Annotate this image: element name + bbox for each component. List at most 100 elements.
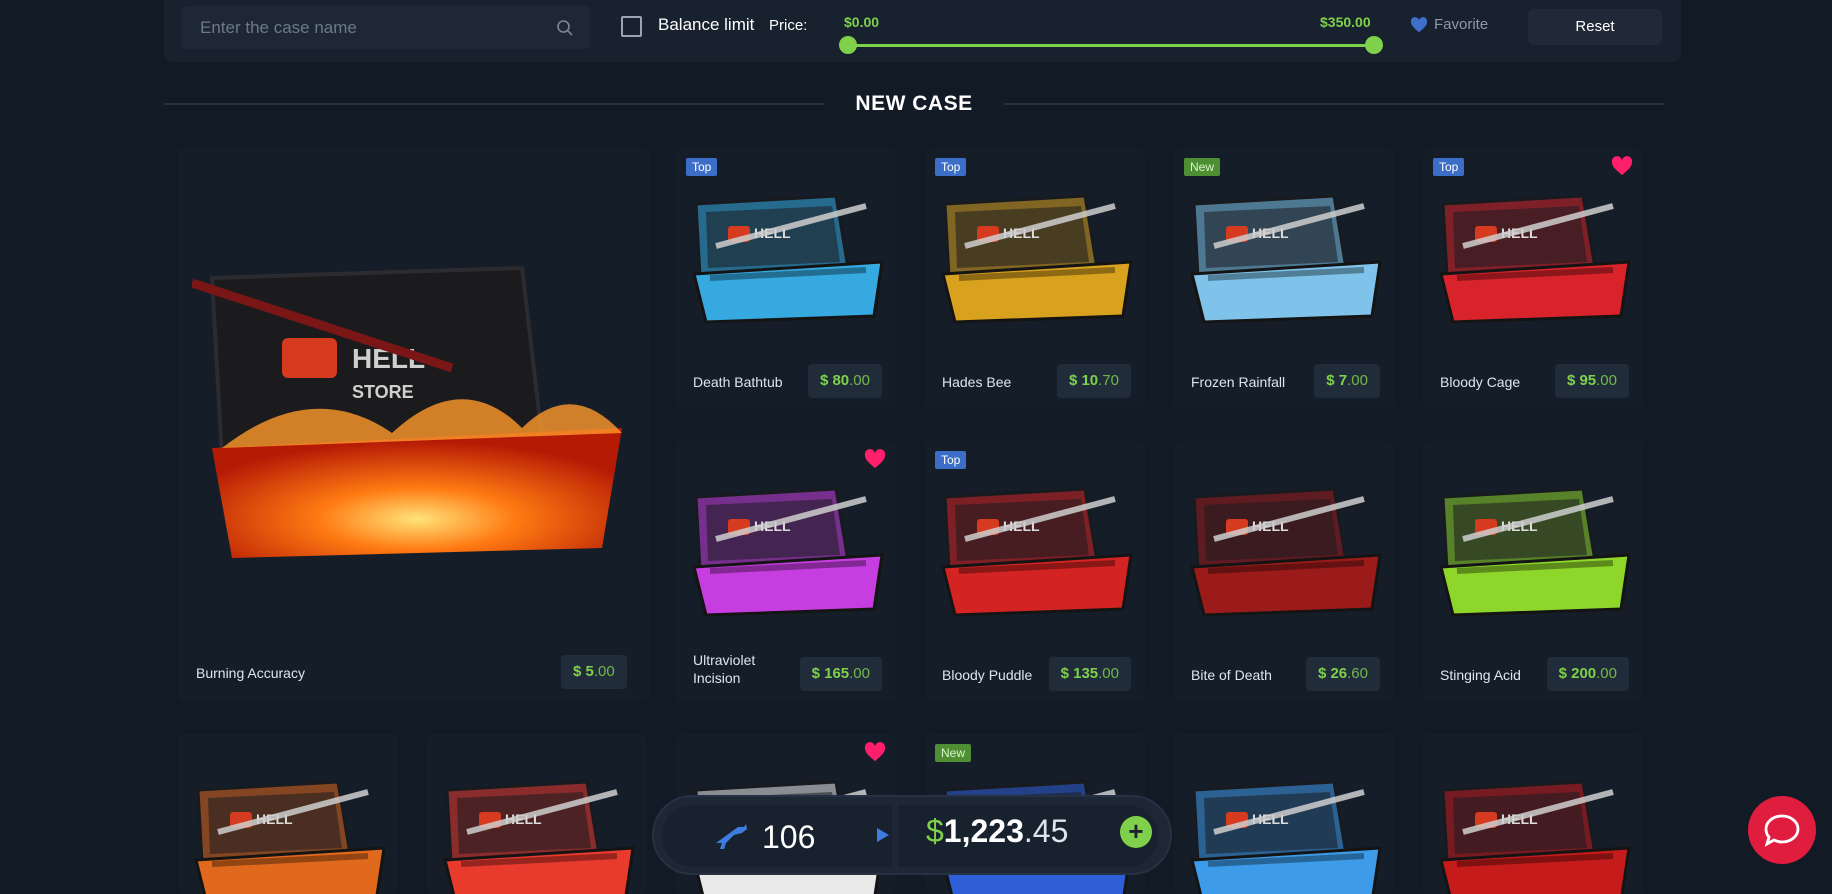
arrow-right-icon <box>877 828 889 842</box>
search-box <box>182 6 590 49</box>
inventory-balance-bar: 106 $1,223.45 + <box>652 795 1172 875</box>
heart-icon[interactable] <box>1611 156 1633 176</box>
case-name: Bloody Puddle <box>942 667 1033 683</box>
price-cents: .60 <box>1347 665 1368 682</box>
price-main: $ 200 <box>1558 665 1597 682</box>
svg-text:STORE: STORE <box>352 382 414 402</box>
price-main: $ 80 <box>819 372 850 389</box>
case-image: HELL <box>941 487 1133 617</box>
price-main: $ 95 <box>1566 372 1597 389</box>
case-name: Death Bathtub <box>693 374 783 390</box>
case-price: $ 165.00 <box>799 657 882 691</box>
price-cents: .00 <box>1098 665 1119 682</box>
inventory-count: 106 <box>762 819 816 855</box>
chat-button[interactable] <box>1748 796 1816 864</box>
case-image: HELL STORE <box>192 265 622 558</box>
case-card[interactable]: HELL Bite of Death $ 26.60 <box>1174 441 1394 701</box>
case-card[interactable]: Top HELL Bloody Cage $ 95.00 <box>1423 148 1643 408</box>
featured-case-card[interactable]: HELL STORE Burning Accuracy $ 5.00 <box>178 148 650 700</box>
price-cents: .00 <box>849 372 870 389</box>
case-image: HELL <box>443 780 635 894</box>
balance-amount: $1,223.45 <box>926 813 1068 850</box>
case-image: HELL <box>941 194 1133 324</box>
balance-main: 1,223 <box>943 813 1024 849</box>
case-image: HELL <box>1439 487 1631 617</box>
price-cents: .00 <box>1596 372 1617 389</box>
price-main: $ 26 <box>1317 665 1348 682</box>
case-name: Bite of Death <box>1191 667 1272 683</box>
case-image: HELL <box>1190 487 1382 617</box>
price-slider-max-handle[interactable] <box>1365 36 1383 54</box>
price-cents: .00 <box>593 663 615 680</box>
case-image: HELL <box>1190 780 1382 894</box>
case-name: Ultraviolet Incision <box>693 652 756 686</box>
case-image: HELL <box>1439 194 1631 324</box>
reset-button[interactable]: Reset <box>1528 9 1662 45</box>
price-main: $ 5 <box>573 663 594 680</box>
price-cents: .70 <box>1098 372 1119 389</box>
case-image: HELL <box>1439 780 1631 894</box>
case-name: Frozen Rainfall <box>1191 374 1286 390</box>
filter-bar: Balance limit Price: $0.00 $350.00 Favor… <box>164 0 1681 62</box>
case-badge: Top <box>935 451 967 469</box>
price-min-value: $0.00 <box>844 14 880 30</box>
price-max-value: $350.00 <box>1320 14 1371 30</box>
add-funds-button[interactable]: + <box>1120 816 1152 848</box>
balance-limit-checkbox[interactable] <box>621 16 642 37</box>
heart-icon[interactable] <box>864 449 886 469</box>
case-card[interactable]: HELL Stinging Acid $ 200.00 <box>1423 441 1643 701</box>
case-price: $ 5.00 <box>561 655 627 689</box>
case-card[interactable]: New HELL Frozen Rainfall $ 7.00 <box>1174 148 1394 408</box>
case-card[interactable]: HELL <box>178 734 398 894</box>
chat-icon <box>1764 814 1800 847</box>
case-price: $ 200.00 <box>1546 657 1629 691</box>
price-cents: .00 <box>1347 372 1368 389</box>
rifle-icon <box>716 824 747 849</box>
case-card[interactable]: Top HELL Hades Bee $ 10.70 <box>925 148 1145 408</box>
case-card[interactable]: HELL Ultraviolet Incision $ 165.00 <box>676 441 896 701</box>
inventory-section[interactable]: 106 <box>662 805 892 867</box>
case-card[interactable]: HELL <box>1423 734 1643 894</box>
heart-icon[interactable] <box>864 742 886 762</box>
case-image: HELL <box>1190 194 1382 324</box>
case-badge: Top <box>686 158 718 176</box>
price-label: Price: <box>769 17 808 34</box>
currency-symbol: $ <box>926 813 944 849</box>
balance-limit-label: Balance limit <box>658 15 755 34</box>
price-cents: .00 <box>849 665 870 682</box>
case-price: $ 7.00 <box>1314 364 1380 398</box>
case-badge: New <box>935 744 972 762</box>
price-slider-min-handle[interactable] <box>839 36 857 54</box>
case-card[interactable]: HELL <box>1174 734 1394 894</box>
search-input[interactable] <box>200 6 540 49</box>
price-cents: .00 <box>1596 665 1617 682</box>
case-badge: Top <box>1433 158 1465 176</box>
case-card[interactable]: HELL <box>427 734 647 894</box>
case-image: HELL <box>194 780 386 894</box>
case-image: HELL <box>692 194 884 324</box>
favorite-label: Favorite <box>1434 16 1489 33</box>
divider <box>164 103 824 105</box>
case-image: HELL <box>692 487 884 617</box>
price-slider-track[interactable] <box>848 44 1374 47</box>
price-main: $ 165 <box>811 665 850 682</box>
case-name: Burning Accuracy <box>196 665 305 681</box>
search-icon[interactable] <box>556 19 574 37</box>
case-card[interactable]: Top HELL Death Bathtub $ 80.00 <box>676 148 896 408</box>
case-name: Bloody Cage <box>1440 374 1521 390</box>
price-main: $ 135 <box>1060 665 1099 682</box>
case-name: Hades Bee <box>942 374 1012 390</box>
price-main: $ 7 <box>1326 372 1348 389</box>
case-card[interactable]: Top HELL Bloody Puddle $ 135.00 <box>925 441 1145 701</box>
section-header: NEW CASE <box>164 88 1664 118</box>
heart-icon <box>1410 16 1428 32</box>
case-price: $ 95.00 <box>1554 364 1629 398</box>
case-price: $ 10.70 <box>1056 364 1131 398</box>
case-name: Stinging Acid <box>1440 667 1521 683</box>
case-price: $ 80.00 <box>807 364 882 398</box>
favorite-filter[interactable]: Favorite <box>1410 16 1488 33</box>
case-badge: Top <box>935 158 967 176</box>
section-title: NEW CASE <box>855 92 973 115</box>
case-price: $ 135.00 <box>1048 657 1131 691</box>
case-badge: New <box>1184 158 1221 176</box>
